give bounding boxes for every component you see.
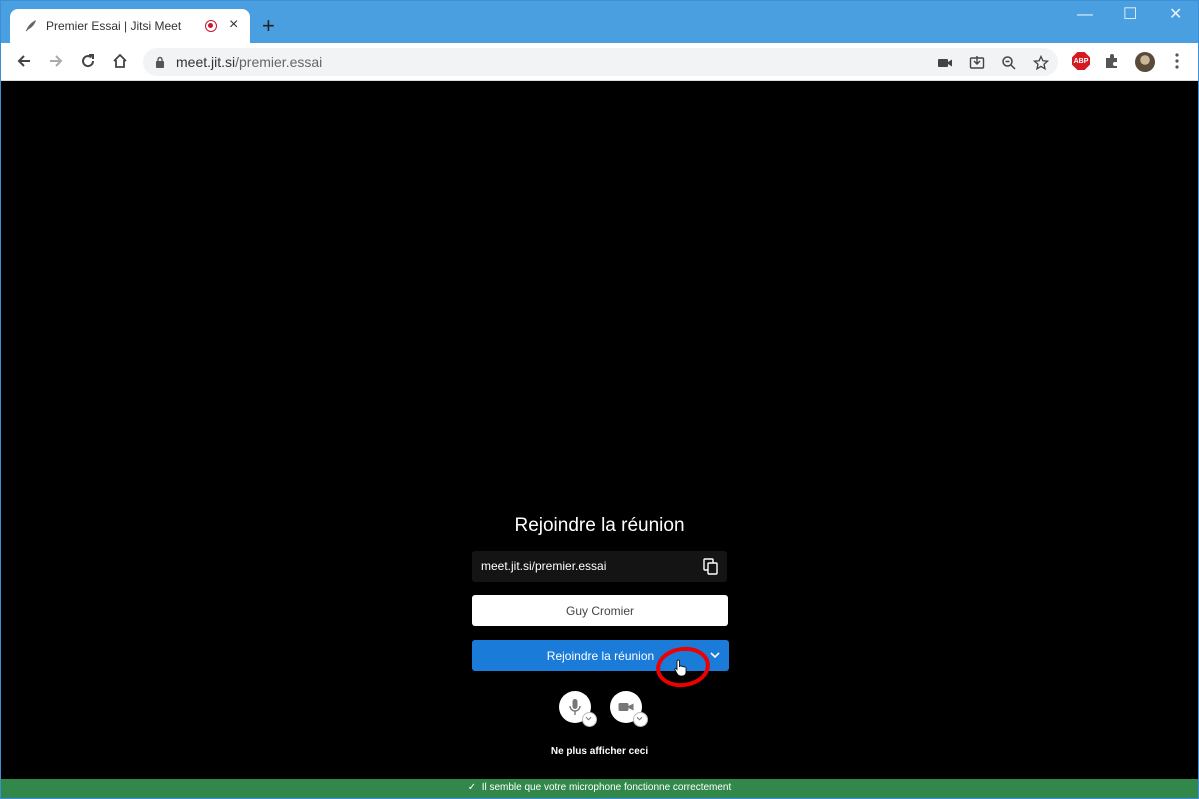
new-tab-button[interactable]: + [262, 15, 275, 37]
display-name-input[interactable] [472, 595, 728, 626]
back-icon[interactable] [15, 52, 33, 70]
camera-in-use-icon[interactable] [937, 55, 953, 71]
camera-button[interactable] [610, 691, 648, 727]
dont-show-again-link[interactable]: Ne plus afficher ceci [1, 746, 1198, 757]
browser-toolbar: meet.jit.si/premier.essai [1, 43, 1198, 81]
status-message: Il semble que votre microphone fonctionn… [481, 782, 732, 793]
copy-icon[interactable] [703, 558, 719, 576]
tab-title: Premier Essai | Jitsi Meet [46, 19, 182, 33]
microphone-icon [569, 699, 581, 715]
check-icon: ✓ [467, 782, 477, 793]
status-text: ✓ Il semble que votre microphone fonctio… [1, 782, 1198, 793]
lock-icon [156, 56, 164, 68]
prejoin-screen: Rejoindre la réunion meet.jit.si/premier… [1, 81, 1198, 779]
home-icon[interactable] [111, 52, 129, 70]
browser-window: Premier Essai | Jitsi Meet × + — ☐ ✕ mee… [0, 0, 1199, 799]
tab-close-button[interactable]: × [229, 17, 238, 33]
browser-tab[interactable]: Premier Essai | Jitsi Meet × [10, 9, 250, 43]
chevron-down-icon[interactable] [709, 650, 721, 660]
mic-status-banner: ✓ Il semble que votre microphone fonctio… [1, 779, 1198, 798]
microphone-options-chevron-icon[interactable] [582, 712, 597, 727]
forward-icon[interactable] [47, 52, 65, 70]
hand-cursor-icon [674, 659, 687, 677]
title-bar: Premier Essai | Jitsi Meet × + — ☐ ✕ [1, 1, 1198, 43]
microphone-button[interactable] [559, 691, 597, 727]
zoom-icon[interactable] [1001, 55, 1017, 71]
url-path: /premier.essai [235, 54, 323, 70]
recording-icon [205, 20, 217, 32]
bookmark-star-icon[interactable] [1033, 55, 1049, 71]
install-app-icon[interactable] [969, 55, 985, 71]
minimize-button[interactable]: — [1077, 7, 1093, 23]
url-host: meet.jit.si [176, 54, 236, 70]
address-bar[interactable]: meet.jit.si/premier.essai [143, 48, 1058, 76]
url-text: meet.jit.si/premier.essai [176, 54, 322, 70]
profile-avatar[interactable] [1135, 52, 1155, 72]
maximize-button[interactable]: ☐ [1123, 7, 1137, 23]
jitsi-favicon-icon [25, 20, 36, 32]
browser-menu-icon[interactable] [1168, 52, 1186, 70]
close-window-button[interactable]: ✕ [1169, 7, 1182, 23]
extensions-puzzle-icon[interactable] [1103, 52, 1121, 70]
reload-icon[interactable] [79, 52, 97, 70]
camera-options-chevron-icon[interactable] [633, 712, 648, 727]
meeting-link-box: meet.jit.si/premier.essai [472, 551, 727, 582]
meeting-link-text: meet.jit.si/premier.essai [481, 559, 607, 573]
prejoin-title: Rejoindre la réunion [514, 515, 685, 536]
camera-icon [618, 703, 634, 711]
